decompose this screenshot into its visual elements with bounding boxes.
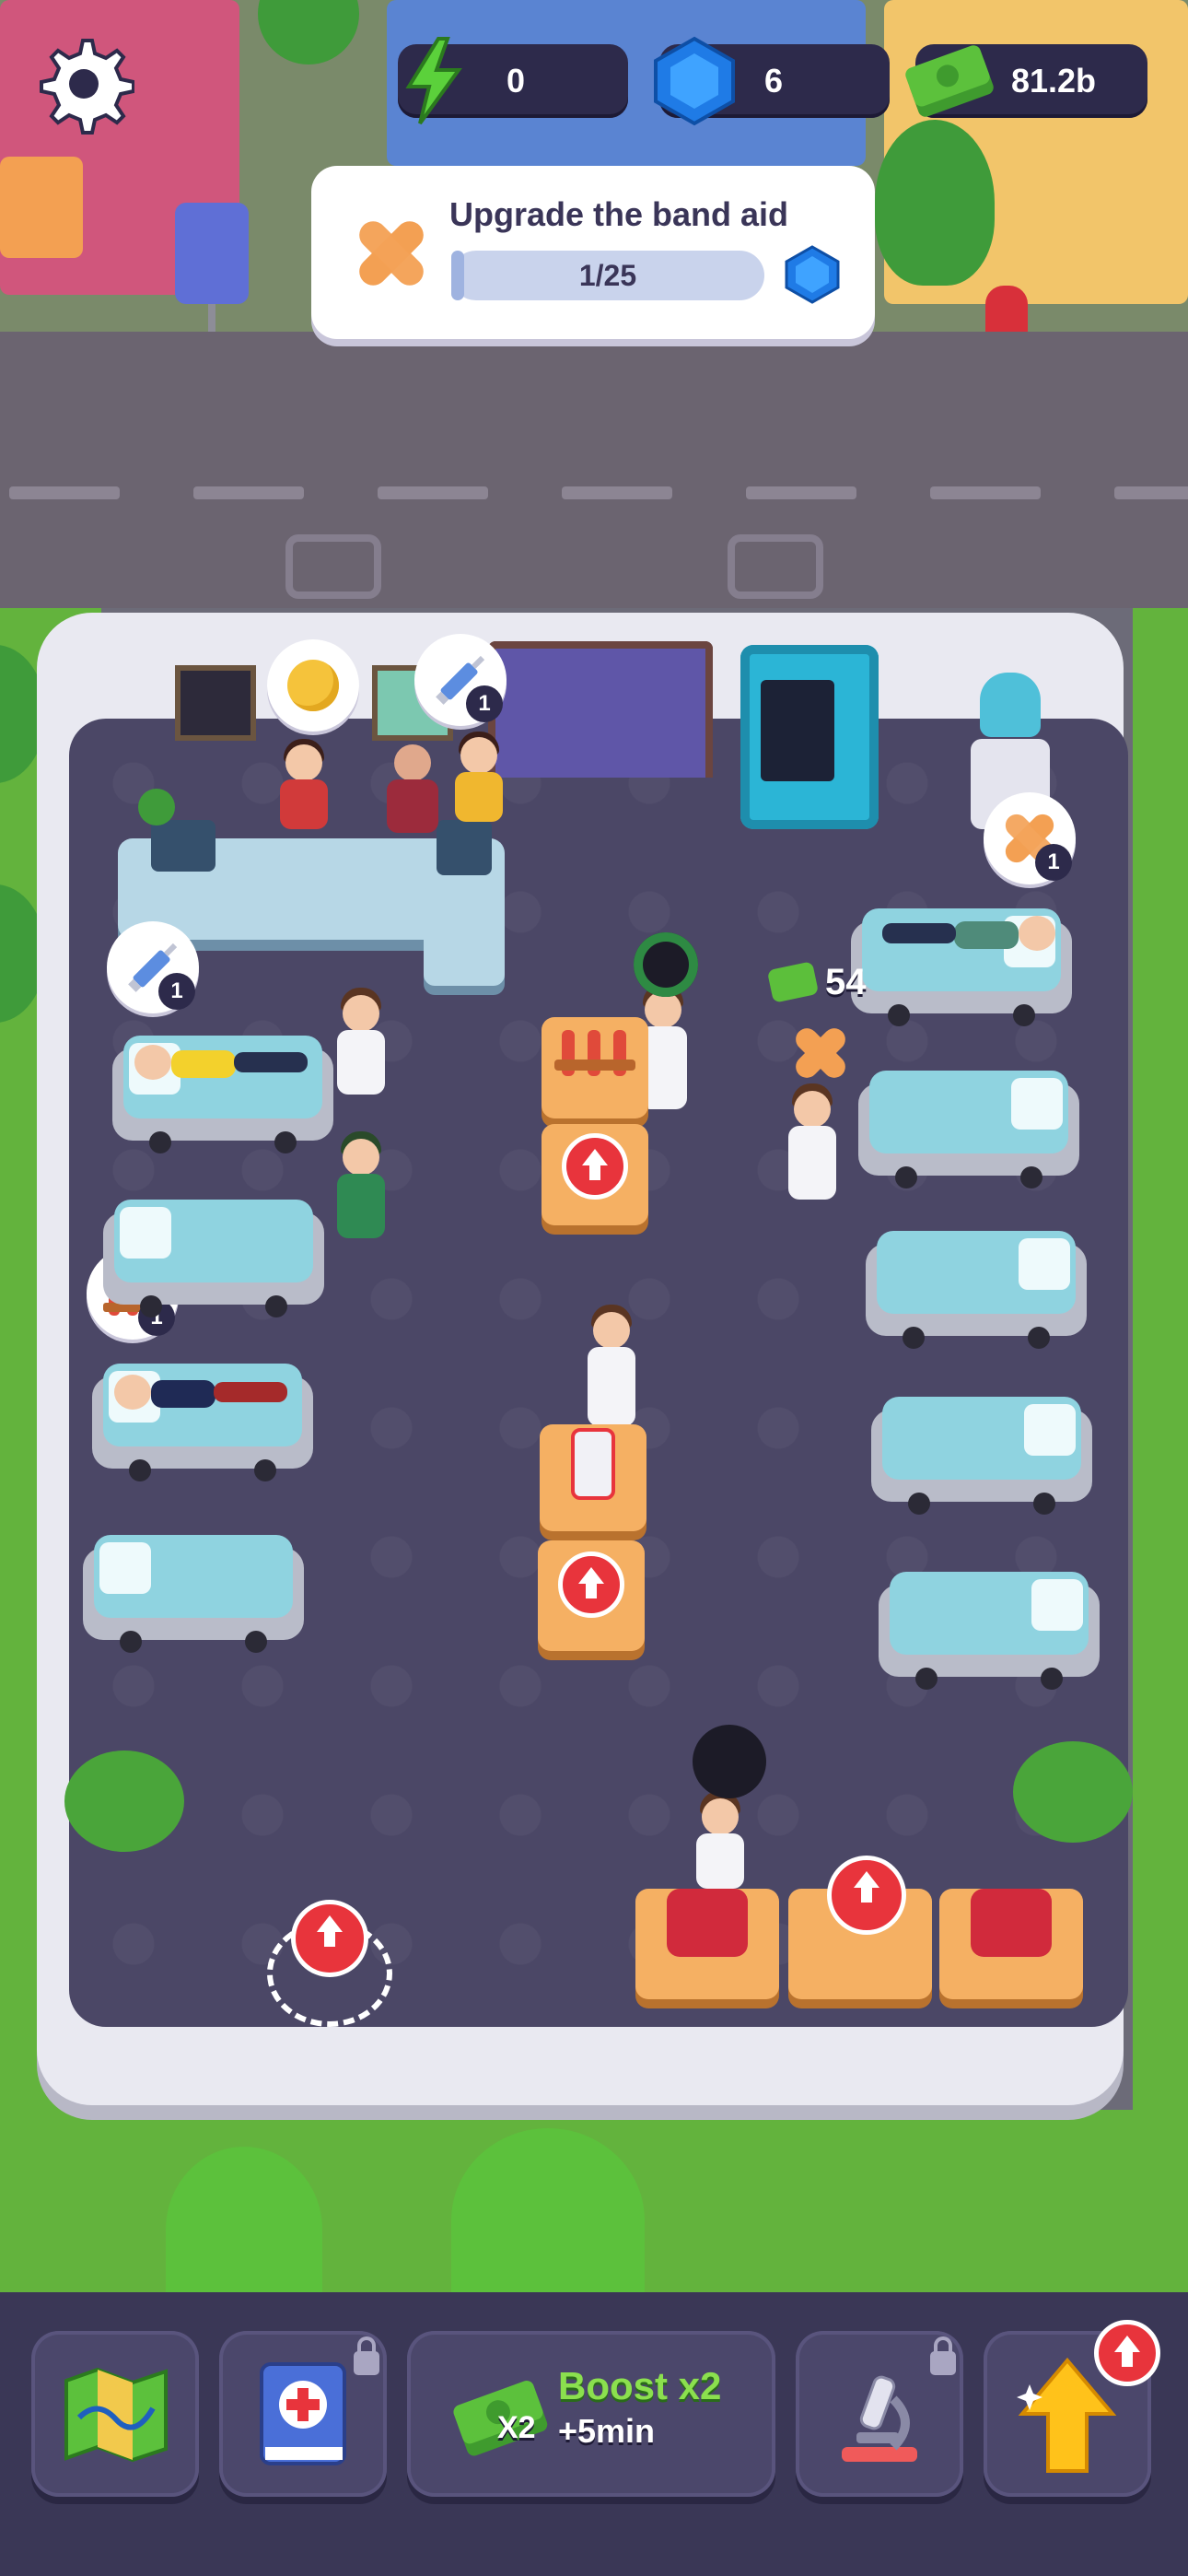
grass-bottom	[0, 2110, 1188, 2313]
xray-poster	[175, 665, 256, 741]
cash-popup[interactable]: 54	[764, 958, 893, 1010]
timer-icon	[634, 932, 698, 997]
upgrades-button[interactable]	[984, 2320, 1160, 2497]
lock-icon	[930, 2336, 956, 2375]
cash-stack-icon	[766, 961, 820, 1003]
lock-icon	[354, 2336, 379, 2375]
need-count-badge: 1	[158, 973, 195, 1010]
boost-multiplier: X2	[497, 2410, 536, 2445]
need-bubble[interactable]: 1	[414, 634, 507, 726]
road	[0, 332, 1188, 608]
grass-right	[1133, 608, 1188, 2322]
gem-icon	[785, 245, 840, 304]
band-aid-icon	[796, 1028, 845, 1078]
syringe-station[interactable]	[788, 1856, 932, 1999]
water-bottle	[980, 673, 1041, 737]
gear-icon[interactable]	[33, 33, 134, 135]
energy-value: 0	[506, 62, 526, 100]
potted-plant	[1013, 1741, 1133, 1843]
need-bubble[interactable]: 1	[107, 921, 199, 1013]
lane-mark	[9, 486, 120, 499]
vending-machine[interactable]	[740, 645, 879, 829]
desk-monitor	[437, 820, 492, 875]
band-aid-icon	[359, 221, 424, 286]
boost-title: Boost x2	[558, 2364, 722, 2407]
tree-top-left	[258, 0, 359, 64]
bush	[166, 2147, 322, 2313]
potted-plant-desk	[138, 789, 175, 825]
upgrade-available-badge	[1094, 2320, 1160, 2386]
boost-time: +5min	[558, 2412, 656, 2450]
medkit-station[interactable]	[939, 1889, 1083, 1999]
cash-stack-icon	[905, 45, 994, 117]
hospital-bed[interactable]	[866, 1225, 1087, 1349]
entrance-door[interactable]	[488, 641, 713, 778]
upgrade-arrow-button[interactable]	[558, 1551, 624, 1618]
first-aid-station[interactable]	[540, 1424, 646, 1531]
lane-mark	[193, 486, 304, 499]
medkit-icon	[971, 1889, 1052, 1957]
hospital-sign	[175, 203, 249, 304]
upgrade-arrow-button[interactable]	[562, 1133, 628, 1200]
first-aid-kit-icon	[571, 1428, 615, 1500]
reception-desk-side	[424, 884, 505, 986]
timer-icon	[693, 1725, 766, 1798]
tree-top-right	[875, 120, 995, 286]
map-icon	[64, 2367, 168, 2463]
task-progress-text: 1/25	[578, 259, 637, 292]
test-tubes-icon	[554, 1030, 635, 1076]
lane-mark	[1114, 486, 1188, 499]
patient-lying[interactable]	[871, 912, 1055, 953]
gem-icon	[654, 36, 735, 126]
upgrade-station[interactable]	[538, 1540, 645, 1651]
lightning-icon	[405, 37, 462, 125]
hospital-bed[interactable]	[83, 1529, 304, 1653]
upgrade-arrow-button[interactable]	[291, 1900, 368, 1977]
building-left-windows	[0, 157, 83, 258]
medkit-icon	[667, 1889, 748, 1957]
task-panel[interactable]: Upgrade the band aid 1/25	[311, 166, 875, 339]
lane-mark	[930, 486, 1041, 499]
microscope-icon	[842, 2375, 917, 2462]
upgrade-arrow-button[interactable]	[827, 1856, 906, 1935]
hospital-bed[interactable]	[858, 1065, 1079, 1188]
hospital-bed[interactable]	[879, 1566, 1100, 1690]
test-tubes-station[interactable]	[542, 1017, 648, 1118]
vending-machine-window	[761, 680, 834, 781]
need-count-badge: 1	[466, 685, 503, 722]
lane-mark	[378, 486, 488, 499]
desk-monitor	[151, 820, 215, 872]
sick-face-icon	[287, 660, 339, 711]
need-bubble[interactable]: 1	[984, 792, 1076, 884]
map-button[interactable]	[31, 2331, 199, 2497]
cash-popup-value: 54	[825, 962, 867, 1002]
lane-mark	[746, 486, 856, 499]
patient-lying[interactable]	[134, 1041, 309, 1082]
hospital-bed[interactable]	[103, 1194, 324, 1317]
hospital-bed[interactable]	[871, 1391, 1092, 1515]
medkit-station[interactable]	[635, 1889, 779, 1999]
bush	[451, 2128, 645, 2313]
potted-plant	[64, 1751, 184, 1852]
cash-value: 81.2b	[1010, 62, 1097, 100]
medical-book-icon	[260, 2362, 346, 2465]
road-parking-marking	[728, 534, 823, 599]
patient-lying[interactable]	[114, 1371, 298, 1411]
gems-value: 6	[763, 62, 784, 100]
need-bubble[interactable]	[267, 639, 359, 732]
task-title: Upgrade the band aid	[449, 195, 789, 233]
medical-book-button[interactable]	[219, 2331, 387, 2497]
need-count-badge: 1	[1035, 844, 1072, 881]
lane-mark	[562, 486, 672, 499]
upgrade-station[interactable]	[542, 1124, 648, 1225]
lab-button[interactable]	[796, 2331, 963, 2497]
road-hospital-marking	[285, 534, 381, 599]
task-progress-bar: 1/25	[451, 251, 764, 300]
